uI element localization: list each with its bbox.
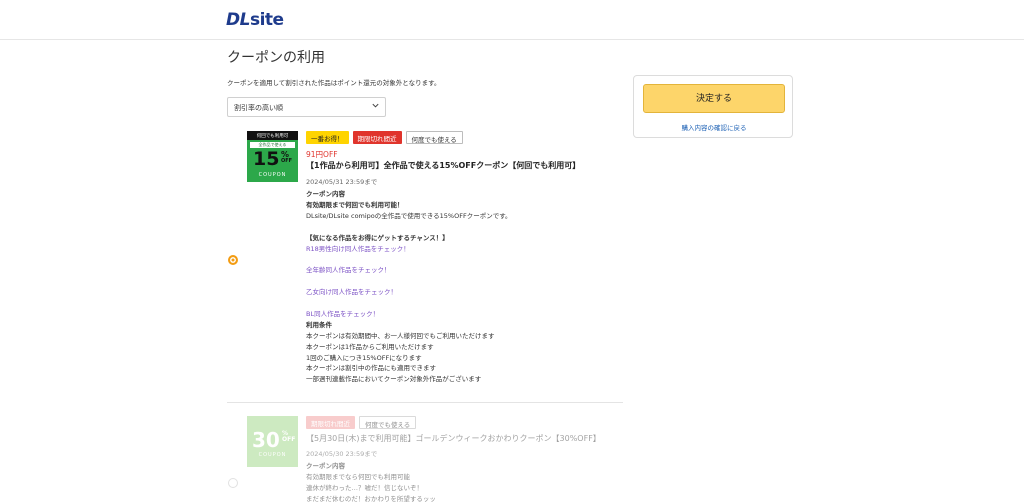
confirm-panel: 決定する 購入内容の確認に戻る xyxy=(633,75,793,138)
bl-link[interactable]: BL同人作品をチェック！ xyxy=(306,309,616,320)
coupon-title: 【5月30日(木)まで利用可能】ゴールデンウィークおかわりクーポン【30%OFF… xyxy=(306,434,601,443)
badge-row: 期限切れ間近 何度でも使える xyxy=(306,416,417,429)
sort-select[interactable]: 割引率の高い順 xyxy=(227,97,386,117)
coupon-item[interactable]: 30 % OFF COUPON 期限切れ間近 何度でも使える 【5月30日(木)ま… xyxy=(227,405,623,504)
page-title: クーポンの利用 xyxy=(227,50,325,66)
section-heading: クーポン内容 xyxy=(306,190,345,198)
best-deal-badge: 一番お得！ xyxy=(306,131,349,144)
condition-line: 本クーポンは割引中の作品にも適用できます xyxy=(306,364,436,373)
desc-line: 【気になる作品をお得にゲットするチャンス！】 xyxy=(306,233,449,242)
coupon-divider xyxy=(227,402,623,403)
thumb-percent-sign: % OFF xyxy=(282,430,296,443)
top-header: DLsite xyxy=(0,0,1024,40)
reusable-badge: 何度でも使える xyxy=(359,416,417,429)
condition-line: 1回のご購入につき15%OFFになります xyxy=(306,353,422,362)
thumb-coupon-label: COUPON xyxy=(258,452,287,458)
desc-line: 有効期限までなら何回でも利用可能 xyxy=(306,472,410,481)
reusable-badge: 何度でも使える xyxy=(405,131,463,144)
coupon-description: クーポン内容 有効期限までなら何回でも利用可能 連休が終わった…？嘘だ！信じない… xyxy=(306,461,616,504)
desc-line: まだまだ休むのだ！おかわりを所望するッッ xyxy=(306,494,436,503)
condition-line: 本クーポンは1作品からご利用いただけます xyxy=(306,342,434,351)
all-ages-link[interactable]: 全年齢同人作品をチェック！ xyxy=(306,265,616,276)
otome-link[interactable]: 乙女向け同人作品をチェック！ xyxy=(306,287,616,298)
expiring-soon-badge: 期限切れ間近 xyxy=(306,416,355,429)
dlsite-logo[interactable]: DLsite xyxy=(226,10,284,30)
coupon-expiry-date: 2024/05/31 23:59まで xyxy=(306,178,378,186)
thumb-percent-sign: % OFF xyxy=(281,150,293,164)
badge-row: 一番お得！ 期限切れ間近 何度でも使える xyxy=(306,131,463,144)
back-to-order-link[interactable]: 購入内容の確認に戻る xyxy=(634,122,794,132)
r18-male-link[interactable]: R18男性向け同人作品をチェック！ xyxy=(306,244,616,255)
coupon-expiry-date: 2024/05/30 23:59まで xyxy=(306,450,378,458)
logo-site: site xyxy=(249,10,284,30)
expiring-soon-badge: 期限切れ間近 xyxy=(352,131,402,144)
condition-line: 本クーポンは有効期間中、お一人様何回でもご利用いただけます xyxy=(306,331,495,340)
desc-line: 連休が終わった…？嘘だ！信じないぞ！ xyxy=(306,483,423,492)
coupon-radio[interactable] xyxy=(228,478,238,488)
thumb-band-text: 何回でも利用可 xyxy=(247,131,298,140)
coupon-thumbnail: 何回でも利用可 全作品で使える 15 % OFF COUPON xyxy=(247,131,298,182)
coupon-radio-selected[interactable] xyxy=(228,255,238,265)
coupon-thumbnail: 30 % OFF COUPON xyxy=(247,416,298,467)
coupon-item[interactable]: 何回でも利用可 全作品で使える 15 % OFF COUPON 一番お得！ 期限切… xyxy=(227,129,623,399)
condition-line: 一部週刊連載作品においてクーポン対象外作品がございます xyxy=(306,375,482,384)
sort-selected-value: 割引率の高い順 xyxy=(234,104,283,112)
confirm-button[interactable]: 決定する xyxy=(643,84,785,113)
logo-dl: DL xyxy=(226,10,250,30)
section-heading: 利用条件 xyxy=(306,320,332,329)
coupon-title: 【1作品から利用可】全作品で使える15%OFFクーポン【何回でも利用可】 xyxy=(306,161,581,170)
chevron-down-icon xyxy=(372,103,379,108)
thumb-coupon-label: COUPON xyxy=(258,172,287,178)
thumb-percent-number: 30 xyxy=(252,428,280,452)
coupon-description: クーポン内容 有効期限まで何回でも利用可能！ DLsite/DLsite com… xyxy=(306,189,616,385)
thumb-percent-number: 15 xyxy=(253,148,280,170)
thumb-off-text: OFF xyxy=(281,158,293,164)
point-notice: クーポンを適用して割引された作品はポイント還元の対象外となります。 xyxy=(227,79,441,87)
desc-line: 有効期限まで何回でも利用可能！ xyxy=(306,200,404,209)
discount-amount: 91円OFF xyxy=(306,150,338,159)
desc-line: DLsite/DLsite comipoの全作品で使用できる15%OFFクーポン… xyxy=(306,211,512,220)
section-heading: クーポン内容 xyxy=(306,462,345,470)
